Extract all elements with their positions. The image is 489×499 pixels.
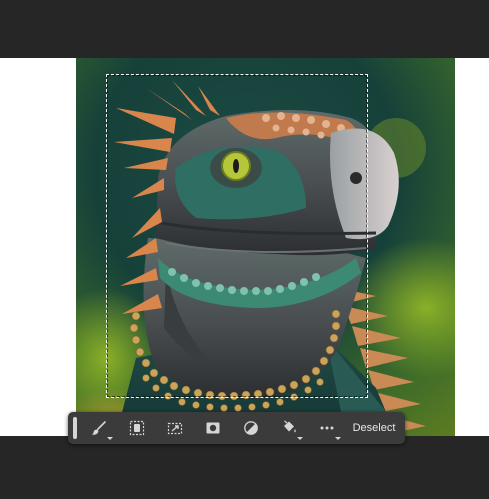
- workspace-bottom: [0, 436, 489, 499]
- chevron-down-icon: [107, 437, 113, 440]
- mask-icon: [206, 422, 220, 434]
- select-subject-button[interactable]: [122, 416, 152, 440]
- toolbar-drag-handle[interactable]: [73, 417, 77, 439]
- chevron-down-icon: [297, 437, 303, 440]
- ellipsis-icon: [320, 426, 334, 430]
- add-mask-button[interactable]: [198, 416, 228, 440]
- iguana-photo[interactable]: [76, 58, 455, 436]
- paint-bucket-icon: [284, 420, 296, 433]
- brush-tool-button[interactable]: [84, 416, 114, 440]
- transform-selection-button[interactable]: [160, 416, 190, 440]
- brush-icon: [92, 421, 106, 435]
- chevron-down-icon: [335, 437, 341, 440]
- fill-button[interactable]: [274, 416, 304, 440]
- workspace-top: [0, 0, 489, 58]
- contextual-task-bar: Deselect: [68, 412, 405, 444]
- more-options-button[interactable]: [312, 416, 342, 440]
- deselect-button[interactable]: Deselect: [346, 416, 402, 440]
- select-subject-icon: [129, 420, 145, 436]
- adjustment-button[interactable]: [236, 416, 266, 440]
- half-circle-icon: [244, 421, 258, 435]
- transform-selection-icon: [167, 422, 183, 435]
